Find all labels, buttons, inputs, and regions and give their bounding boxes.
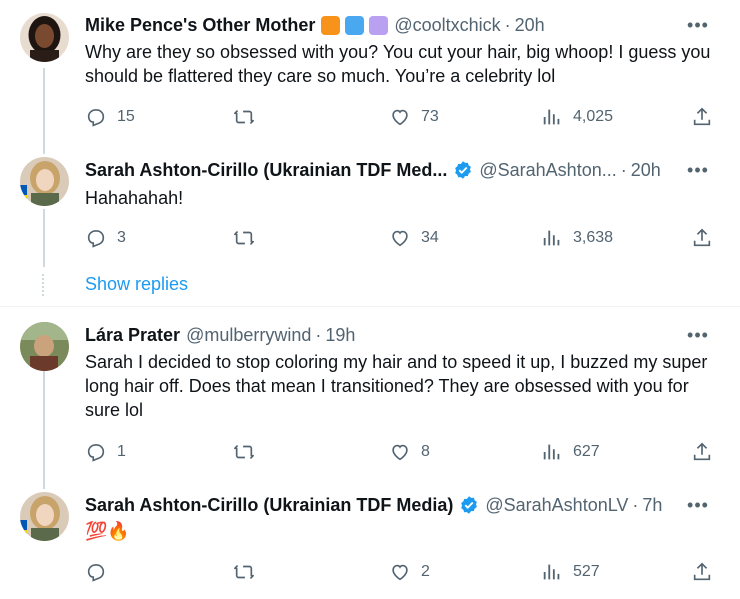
more-options-icon[interactable]: ••• [686,493,710,517]
reply-count: 15 [117,108,135,125]
tweet-time[interactable]: 20h [631,160,661,181]
heart-icon [392,230,408,247]
tweet-time[interactable]: 19h [325,325,355,346]
tweet-header: Sarah Ashton-Cirillo (Ukrainian TDF Med.… [85,158,720,182]
tweet-actions: 1 8 627 [85,440,725,464]
retweet-icon [234,564,254,580]
heart-icon [392,564,408,581]
views-icon [543,564,560,580]
tweet-header: Sarah Ashton-Cirillo (Ukrainian TDF Medi… [85,493,720,517]
profile-badges [321,15,389,35]
author-handle[interactable]: @SarahAshtonLV [485,495,628,516]
heart-icon [392,444,408,461]
tweet[interactable]: Mike Pence's Other Mother @cooltxchick ·… [0,0,740,150]
views-icon [543,109,560,125]
avatar[interactable] [20,13,69,62]
more-options-icon[interactable]: ••• [686,13,710,37]
retweet-icon [234,109,254,125]
author-name[interactable]: Mike Pence's Other Mother [85,15,315,36]
views-button[interactable]: 4,025 [541,105,613,129]
views-count: 3,638 [573,229,614,246]
tweet[interactable]: Sarah Ashton-Cirillo (Ukrainian TDF Med.… [0,150,740,270]
retweet-button[interactable] [233,105,265,129]
like-count: 8 [421,443,430,460]
share-icon [693,228,711,247]
avatar[interactable] [20,492,69,541]
reply-icon [87,444,105,462]
share-icon [693,107,711,126]
views-button[interactable]: 627 [541,440,600,464]
tweet-time[interactable]: 7h [642,495,662,516]
share-button[interactable] [691,440,713,464]
tweet-actions: 15 73 4,025 [85,105,725,129]
avatar[interactable] [20,157,69,206]
tweet-actions: 2 527 [85,560,725,584]
like-count: 2 [421,563,430,580]
separator-dot: · [620,159,627,180]
share-button[interactable] [691,105,713,129]
views-count: 627 [573,443,600,460]
views-button[interactable]: 3,638 [541,226,613,250]
reply-icon [87,230,105,248]
show-replies-link[interactable]: Show replies [85,274,188,295]
share-icon [693,562,711,581]
tweet-text: Why are they so obsessed with you? You c… [85,42,711,86]
tweet-header: Mike Pence's Other Mother @cooltxchick ·… [85,13,720,37]
views-count: 4,025 [573,108,614,125]
views-icon [543,444,560,460]
share-button[interactable] [691,226,713,250]
retweet-icon [234,444,254,460]
separator-dot: · [632,494,639,515]
views-icon [543,230,560,246]
tweet-text: Sarah I decided to stop coloring my hair… [85,352,708,420]
like-button[interactable]: 8 [389,440,430,464]
retweet-icon [234,230,254,246]
tweet[interactable]: Sarah Ashton-Cirillo (Ukrainian TDF Medi… [0,482,740,599]
tweet-text: Hahahahah! [85,188,184,208]
purple-square-badge [369,15,389,35]
avatar[interactable] [20,322,69,371]
retweet-button[interactable] [233,440,265,464]
more-options-icon[interactable]: ••• [686,158,710,182]
more-options-icon[interactable]: ••• [686,323,710,347]
tweet[interactable]: Lára Prater @mulberrywind · 19h ••• Sara… [0,307,740,482]
author-handle[interactable]: @mulberrywind [186,325,311,346]
reply-button[interactable]: 3 [85,226,126,250]
tweet-text: 💯🔥 [85,521,130,542]
blue-square-badge [345,15,365,35]
views-button[interactable]: 527 [541,560,600,584]
like-count: 73 [421,108,439,125]
retweet-button[interactable] [233,560,265,584]
reply-icon [87,109,105,127]
verified-badge-icon [459,495,479,515]
verified-badge-icon [453,160,473,180]
reply-icon [87,564,105,582]
author-handle[interactable]: @cooltxchick [394,15,500,36]
reply-count: 1 [117,443,126,460]
author-name[interactable]: Sarah Ashton-Cirillo (Ukrainian TDF Medi… [85,495,453,516]
views-count: 527 [573,563,600,580]
reply-button[interactable] [85,560,117,584]
like-button[interactable]: 2 [389,560,430,584]
orange-square-badge [321,15,341,35]
tweet-time[interactable]: 20h [515,15,545,36]
share-button[interactable] [691,560,713,584]
separator-dot: · [315,324,322,345]
reply-count: 3 [117,229,126,246]
reply-button[interactable]: 15 [85,105,135,129]
author-handle[interactable]: @SarahAshton... [479,160,616,181]
thread-dotted-line [42,274,45,296]
retweet-button[interactable] [233,226,265,250]
like-count: 34 [421,229,439,246]
like-button[interactable]: 34 [389,226,439,250]
author-name[interactable]: Sarah Ashton-Cirillo (Ukrainian TDF Med.… [85,160,447,181]
share-icon [693,442,711,461]
reply-button[interactable]: 1 [85,440,126,464]
author-name[interactable]: Lára Prater [85,325,180,346]
separator-dot: · [504,14,511,35]
like-button[interactable]: 73 [389,105,439,129]
tweet-actions: 3 34 3,638 [85,226,725,250]
heart-icon [392,109,408,126]
tweet-header: Lára Prater @mulberrywind · 19h ••• [85,323,720,347]
